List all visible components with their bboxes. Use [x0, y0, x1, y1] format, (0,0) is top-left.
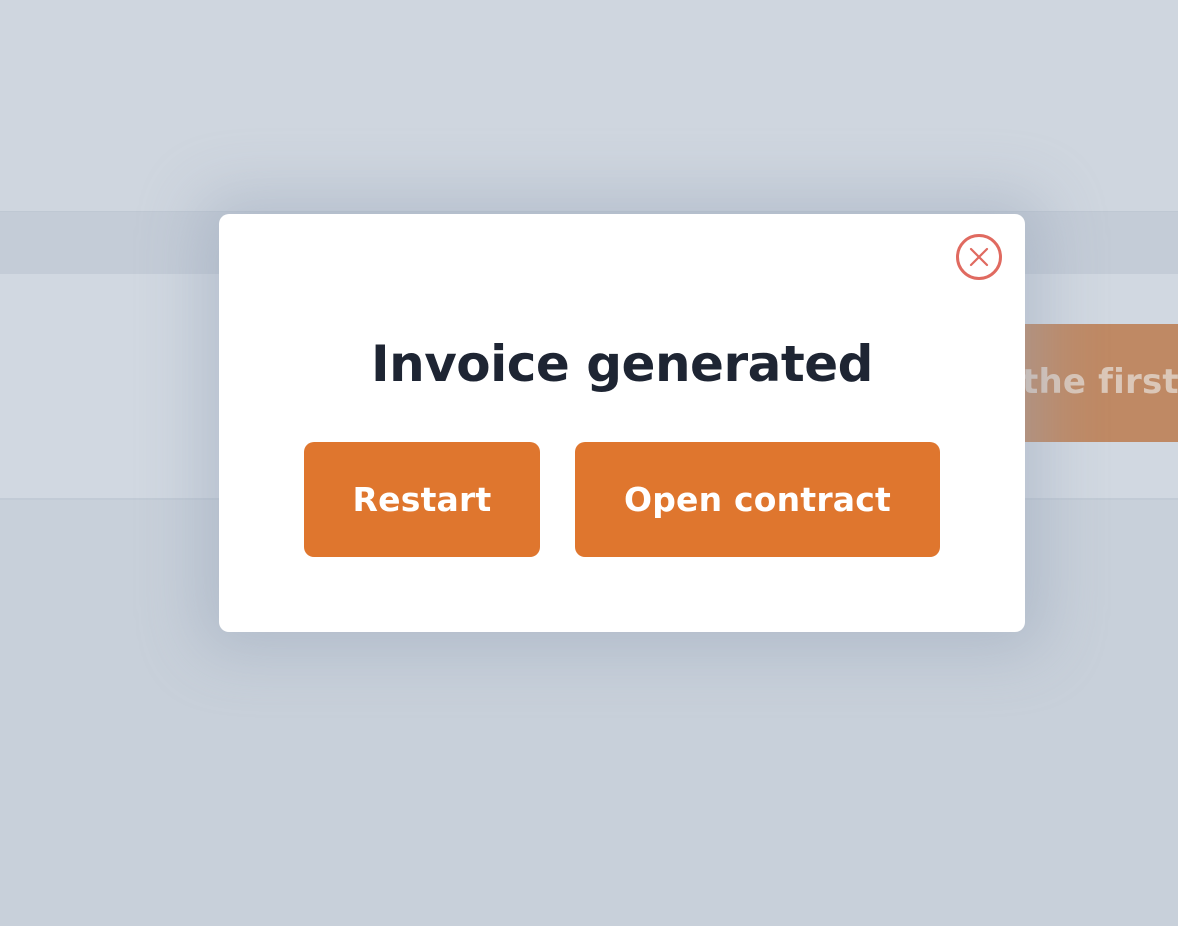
background-header-area	[0, 0, 1178, 211]
close-button[interactable]	[956, 234, 1002, 280]
background-cta-text: the first t	[1022, 362, 1178, 402]
restart-button[interactable]: Restart	[304, 442, 540, 557]
background-cta-button: the first t	[1000, 324, 1178, 442]
invoice-modal: Invoice generated Restart Open contract	[219, 214, 1025, 632]
modal-title: Invoice generated	[371, 335, 873, 393]
close-icon	[969, 247, 989, 267]
open-contract-button[interactable]: Open contract	[575, 442, 940, 557]
